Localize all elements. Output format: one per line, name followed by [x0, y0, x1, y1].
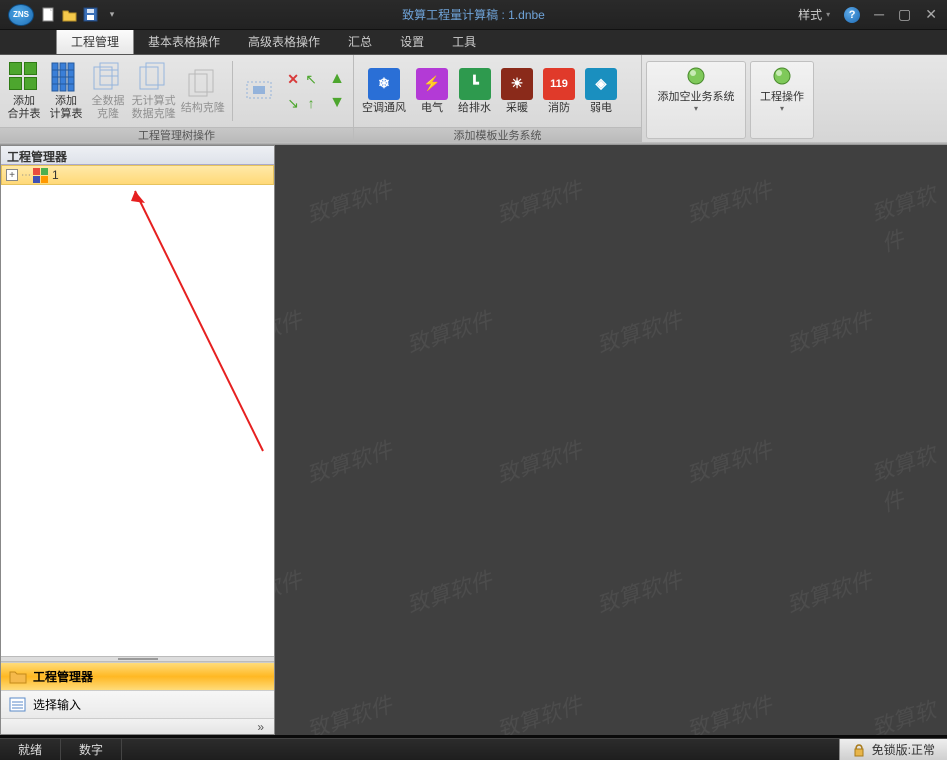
main-canvas: 致算软件 致算软件 致算软件 致算软件 致算软件 致算软件 致算软件 致算软件 … [275, 145, 947, 735]
green-orb-icon [772, 66, 792, 86]
green-orb-icon [686, 66, 706, 86]
arrow-down-green-icon[interactable]: ▼ [329, 94, 345, 112]
template-hvac-button[interactable]: ❄ 空调通风 [358, 66, 410, 117]
shrink-icon [243, 74, 275, 106]
clone-struct-button: 结构克隆 [179, 66, 226, 117]
template-fire-button[interactable]: 119 消防 [539, 66, 579, 117]
sidebar-expand-button[interactable]: » [1, 718, 274, 734]
tree-item-label: 1 [52, 168, 59, 182]
qat-save-icon[interactable] [82, 6, 100, 24]
app-logo[interactable]: ZNS [8, 4, 34, 26]
annotation-arrow [123, 181, 273, 461]
signal-icon: ◈ [585, 68, 617, 100]
status-license: 免锁版:正常 [839, 739, 947, 760]
alarm-icon: 119 [543, 68, 575, 100]
grid-stripes-icon [50, 61, 82, 93]
chevron-down-icon: ▾ [694, 104, 698, 113]
clone-all-button: 全数据 克隆 [88, 59, 128, 123]
template-lowvolt-button[interactable]: ◈ 弱电 [581, 66, 621, 117]
template-plumbing-button[interactable]: ┗ 给排水 [454, 66, 495, 117]
tab-project-manage[interactable]: 工程管理 [56, 27, 134, 54]
add-empty-system-button[interactable]: 添加空业务系统 ▾ [646, 61, 746, 139]
delete-x-icon[interactable]: ✕ [285, 68, 301, 90]
arrow-down-right-icon[interactable]: ↘ [285, 92, 301, 114]
qat-dropdown-icon[interactable]: ▾ [103, 6, 121, 24]
snowflake-icon: ❄ [368, 68, 400, 100]
ribbon-group-tree-ops-title: 工程管理树操作 [0, 127, 353, 144]
template-heating-button[interactable]: ☀ 采暖 [497, 66, 537, 117]
clone-noexpr-icon [138, 61, 170, 93]
status-ready: 就绪 [0, 739, 61, 760]
grid-4-icon [8, 61, 40, 93]
qat-new-icon[interactable] [40, 6, 58, 24]
minimize-button[interactable]: ─ [874, 6, 884, 23]
project-tree[interactable]: + ⋯ 1 [1, 165, 274, 656]
qat-open-icon[interactable] [61, 6, 79, 24]
project-ops-button[interactable]: 工程操作 ▾ [750, 61, 814, 139]
tree-node-icon [33, 168, 48, 183]
sidebar-title: 工程管理器 [1, 146, 274, 165]
tab-basic-grid[interactable]: 基本表格操作 [134, 28, 234, 54]
arrow-up-icon[interactable]: ↑ [303, 92, 319, 114]
list-icon [9, 697, 27, 713]
arrow-up-left-icon[interactable]: ↖ [303, 68, 319, 90]
style-dropdown[interactable]: 样式▾ [798, 6, 830, 23]
clone-noexpr-button: 无计算式 数据克隆 [130, 59, 177, 123]
template-electric-button[interactable]: ⚡ 电气 [412, 66, 452, 117]
chevron-down-icon: ▾ [780, 104, 784, 113]
help-icon[interactable]: ? [844, 7, 860, 23]
tab-tools[interactable]: 工具 [438, 28, 490, 54]
move-arrows-set1: ✕ ↖ ↘ ↑ [281, 64, 323, 118]
add-merge-table-button[interactable]: 添加 合并表 [4, 59, 44, 123]
arrow-up-green-icon[interactable]: ▲ [329, 70, 345, 88]
faucet-icon: ┗ [459, 68, 491, 100]
status-num: 数字 [61, 739, 122, 760]
ribbon-group-templates-title: 添加模板业务系统 [354, 127, 641, 144]
shrink-button [239, 72, 279, 110]
sun-icon: ☀ [501, 68, 533, 100]
sidebar-nav-select-input[interactable]: 选择输入 [1, 690, 274, 718]
folder-icon [9, 669, 27, 685]
window-title: 致算工程量计算稿 : 1.dnbe [402, 6, 545, 23]
add-calc-table-button[interactable]: 添加 计算表 [46, 59, 86, 123]
tab-advanced-grid[interactable]: 高级表格操作 [234, 28, 334, 54]
bolt-icon: ⚡ [416, 68, 448, 100]
clone-all-icon [92, 61, 124, 93]
clone-struct-icon [187, 68, 219, 100]
maximize-button[interactable]: ▢ [898, 6, 911, 23]
lock-icon [852, 743, 866, 757]
tab-settings[interactable]: 设置 [386, 28, 438, 54]
close-button[interactable]: ✕ [925, 6, 937, 23]
sidebar-nav-project-manager[interactable]: 工程管理器 [1, 662, 274, 690]
tree-expand-icon[interactable]: + [6, 169, 18, 181]
tab-summary[interactable]: 汇总 [334, 28, 386, 54]
